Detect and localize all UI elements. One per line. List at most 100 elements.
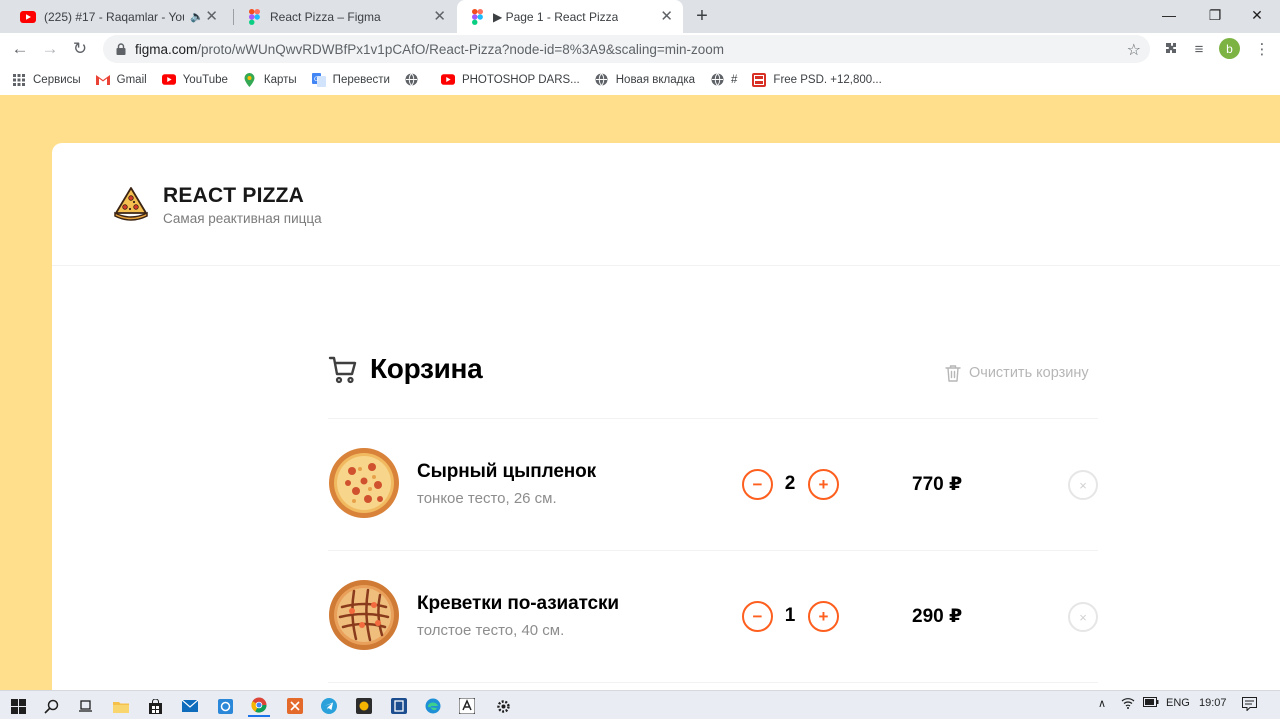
increase-quantity-button[interactable]: + <box>808 601 839 632</box>
figma-icon <box>246 8 262 25</box>
globe-icon <box>595 73 609 87</box>
app-wrapper: REACT PIZZA Самая реактивная пицца Корзи… <box>52 143 1280 690</box>
new-tab-button[interactable]: + <box>691 4 713 28</box>
bookmark-star-icon[interactable]: ☆ <box>1127 40 1141 60</box>
decrease-quantity-button[interactable]: − <box>742 469 773 500</box>
maps-icon <box>243 72 257 87</box>
translate-icon: G <box>311 72 326 87</box>
mail-icon[interactable] <box>179 695 201 717</box>
bookmark-globe[interactable] <box>405 73 426 87</box>
item-price: 770 ₽ <box>912 474 963 495</box>
remove-item-button[interactable]: × <box>1068 470 1098 500</box>
battery-icon[interactable] <box>1143 697 1159 710</box>
bookmark-new-tab[interactable]: Новая вкладка <box>595 73 695 87</box>
lock-icon[interactable] <box>115 42 127 56</box>
pizza-image <box>329 448 399 518</box>
tab-figma-prototype[interactable]: ▶ Page 1 - React Pizza ✕ <box>457 0 683 33</box>
bookmark-maps[interactable]: Карты <box>243 72 297 87</box>
minimize-icon[interactable]: — <box>1146 0 1192 30</box>
youtube-icon <box>440 73 455 87</box>
bookmark-hash[interactable]: # <box>710 73 737 87</box>
back-icon[interactable]: ← <box>8 37 32 61</box>
tab-youtube[interactable]: (225) #17 - Raqamlar - YouTube 🔈 ✕ <box>8 0 228 33</box>
tab-figma-file[interactable]: React Pizza – Figma ✕ <box>234 0 456 33</box>
store-icon[interactable] <box>144 695 166 717</box>
item-quantity: 1 <box>784 605 796 626</box>
item-name: Сырный цыпленок <box>417 461 597 482</box>
inkscape-icon[interactable] <box>456 695 478 717</box>
settings-gear-icon[interactable] <box>492 695 514 717</box>
apps-grid-icon <box>12 73 26 87</box>
pizza-logo-icon[interactable] <box>114 185 148 221</box>
search-icon[interactable] <box>40 695 62 717</box>
menu-icon[interactable]: ⋮ <box>1252 39 1272 59</box>
audio-icon[interactable]: 🔈 <box>190 10 204 23</box>
notifications-icon[interactable] <box>1242 697 1257 714</box>
forward-icon[interactable]: → <box>38 37 62 61</box>
tab-title: ▶ Page 1 - React Pizza <box>493 9 619 24</box>
app-icon[interactable] <box>284 695 306 717</box>
profile-avatar[interactable]: b <box>1219 38 1240 59</box>
figma-icon <box>469 8 485 25</box>
media-control-icon[interactable]: ≡ <box>1189 39 1209 59</box>
extensions-icon[interactable] <box>1159 39 1179 59</box>
bookmark-label: Сервисы <box>33 73 81 86</box>
bookmark-label: Gmail <box>116 73 147 86</box>
browser-tab-strip: (225) #17 - Raqamlar - YouTube 🔈 ✕ React… <box>0 0 1280 33</box>
close-window-icon[interactable]: ✕ <box>1234 0 1280 30</box>
bookmark-gmail[interactable]: Gmail <box>95 73 147 87</box>
url-text: figma.com/proto/wWUnQwvRDWBfPx1v1pCAfO/R… <box>135 42 724 57</box>
url-path: /proto/wWUnQwvRDWBfPx1v1pCAfO/React-Pizz… <box>197 41 724 57</box>
chrome-icon[interactable] <box>248 695 270 717</box>
svg-text:G: G <box>314 76 319 83</box>
page-background: REACT PIZZA Самая реактивная пицца Корзи… <box>0 95 1280 690</box>
clear-cart-label: Очистить корзину <box>969 365 1089 381</box>
language-indicator[interactable]: ENG <box>1166 697 1190 709</box>
tab-title: React Pizza – Figma <box>270 9 381 24</box>
bookmark-services[interactable]: Сервисы <box>12 73 81 87</box>
bookmark-youtube[interactable]: YouTube <box>161 73 228 87</box>
logo-subtitle: Самая реактивная пицца <box>163 211 322 226</box>
bookmark-label: PHOTOSHOP DARS... <box>461 73 580 86</box>
restore-icon[interactable]: ❐ <box>1192 0 1238 30</box>
logo-title[interactable]: REACT PIZZA <box>163 184 304 208</box>
file-explorer-icon[interactable] <box>110 695 132 717</box>
youtube-icon <box>161 73 176 87</box>
decrease-quantity-button[interactable]: − <box>742 601 773 632</box>
item-details: толстое тесто, 40 см. <box>417 622 565 639</box>
edge-icon[interactable] <box>422 695 444 717</box>
cart-title: Корзина <box>370 353 483 384</box>
reload-icon[interactable]: ↻ <box>68 37 92 61</box>
tab-title: (225) #17 - Raqamlar - YouTube <box>44 9 184 24</box>
remove-item-button[interactable]: × <box>1068 602 1098 632</box>
app-icon[interactable] <box>388 695 410 717</box>
bookmark-photoshop[interactable]: PHOTOSHOP DARS... <box>440 73 580 87</box>
windows-start-icon[interactable] <box>7 695 29 717</box>
clear-cart-button[interactable]: Очистить корзину <box>945 364 1089 382</box>
wifi-icon[interactable] <box>1121 697 1135 712</box>
close-tab-icon[interactable]: ✕ <box>433 9 446 24</box>
divider <box>328 550 1098 551</box>
bookmark-free-psd[interactable]: Free PSD. +12,800... <box>752 72 882 87</box>
cart-heading: Корзина <box>328 353 483 385</box>
divider <box>328 682 1098 683</box>
item-quantity: 2 <box>784 473 796 494</box>
telegram-icon[interactable] <box>318 695 340 717</box>
bookmark-label: YouTube <box>182 73 228 86</box>
bookmark-translate[interactable]: G Перевести <box>311 72 390 87</box>
bookmark-label: Перевести <box>332 73 390 86</box>
trash-icon <box>945 365 961 382</box>
app-header: REACT PIZZA Самая реактивная пицца <box>52 143 1280 266</box>
close-tab-icon[interactable]: ✕ <box>205 9 218 24</box>
address-bar[interactable]: figma.com/proto/wWUnQwvRDWBfPx1v1pCAfO/R… <box>103 35 1150 63</box>
chevron-up-icon[interactable]: ∧ <box>1098 697 1106 710</box>
browser-toolbar: ← → ↻ figma.com/proto/wWUnQwvRDWBfPx1v1p… <box>0 33 1280 64</box>
close-tab-icon[interactable]: ✕ <box>660 9 673 24</box>
item-details: тонкое тесто, 26 см. <box>417 490 557 507</box>
remote-app-icon[interactable] <box>214 695 236 717</box>
app-icon[interactable] <box>353 695 375 717</box>
increase-quantity-button[interactable]: + <box>808 469 839 500</box>
task-view-icon[interactable] <box>74 695 96 717</box>
url-host: figma.com <box>135 41 198 57</box>
clock-time[interactable]: 19:07 <box>1199 697 1227 709</box>
